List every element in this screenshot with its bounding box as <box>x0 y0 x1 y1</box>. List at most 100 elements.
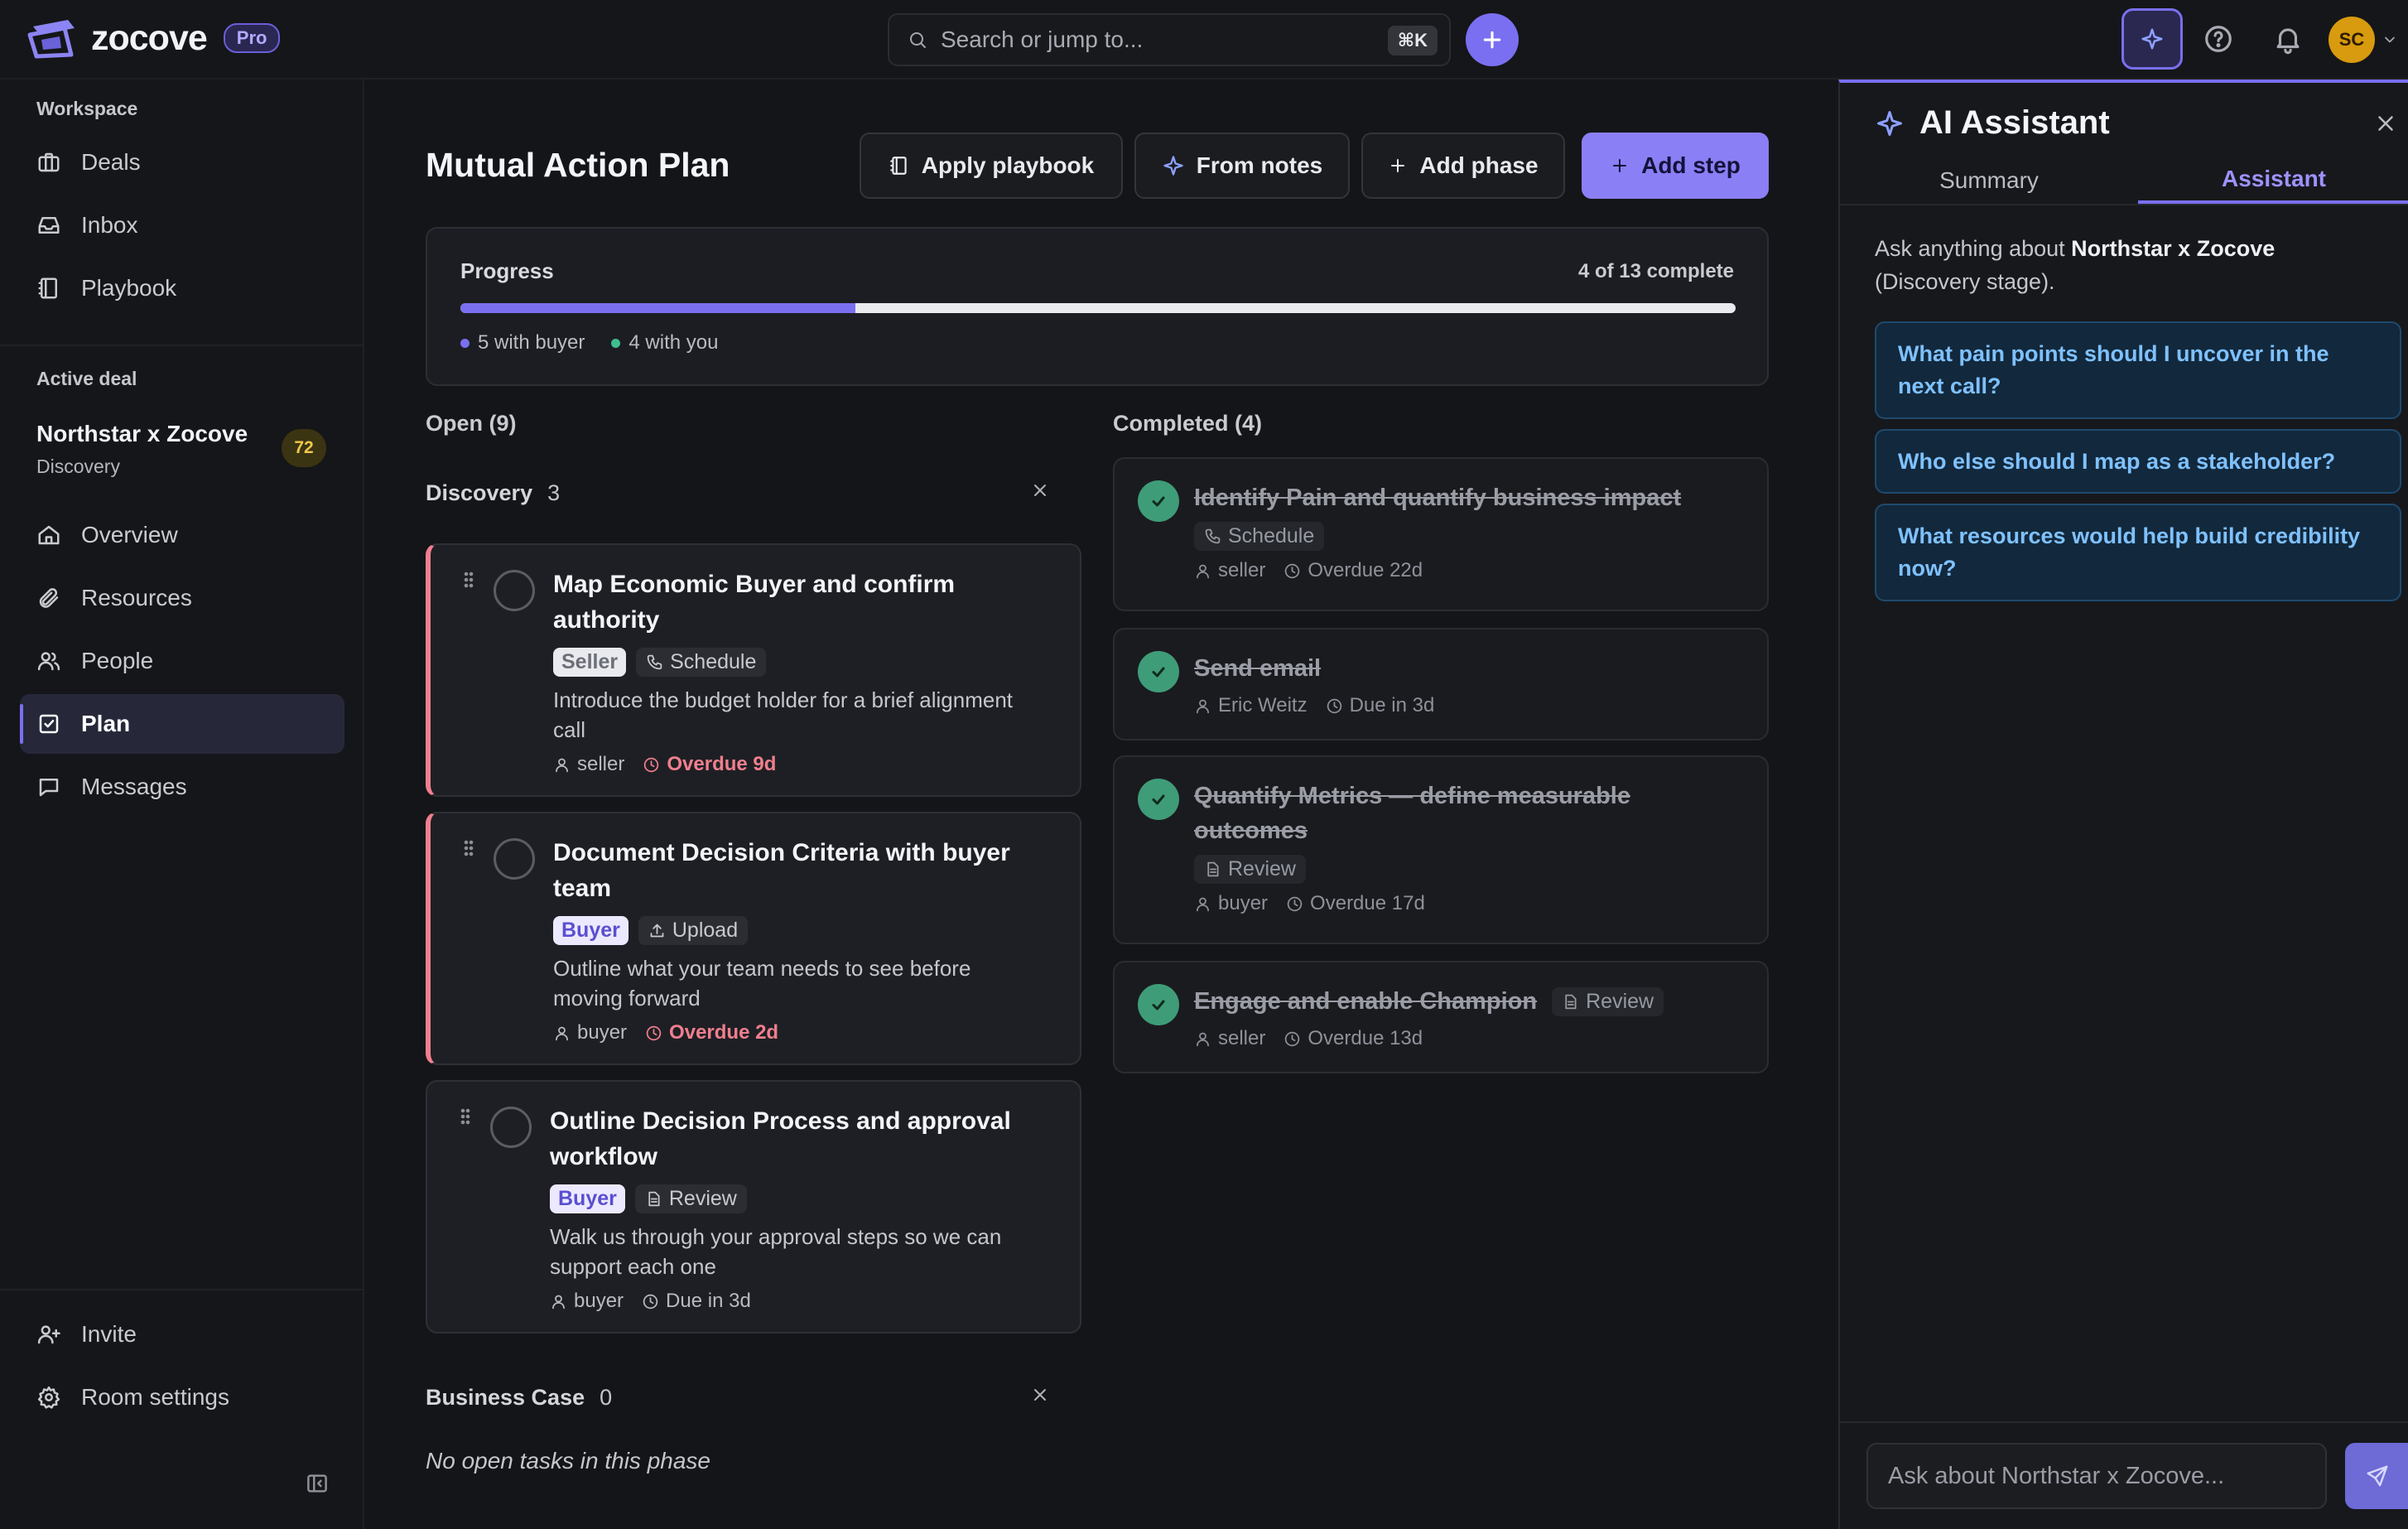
completed-task-card[interactable]: Identify Pain and quantify business impa… <box>1113 457 1769 611</box>
help-button[interactable] <box>2203 23 2234 55</box>
task-due: Overdue 17d <box>1286 892 1425 915</box>
sidebar-item-resources[interactable]: Resources <box>20 568 344 628</box>
sidebar-item-messages[interactable]: Messages <box>20 757 344 817</box>
close-ai-panel-button[interactable] <box>2373 111 2398 136</box>
task-description: Walk us through your approval steps so w… <box>550 1224 1002 1279</box>
global-search[interactable]: Search or jump to... ⌘K <box>888 13 1451 66</box>
search-shortcut-badge: ⌘K <box>1387 26 1438 55</box>
user-icon <box>1197 699 1209 713</box>
task-due-label: Overdue 13d <box>1308 1027 1423 1049</box>
completed-task-card[interactable]: Send email Eric Weitz Due in 3d <box>1113 628 1769 740</box>
task-title[interactable]: Quantify Metrics — define measurable out… <box>1194 779 1734 848</box>
sidebar-item-overview[interactable]: Overview <box>20 505 344 565</box>
sidebar-item-playbook[interactable]: Playbook <box>20 258 344 318</box>
sidebar-item-inbox[interactable]: Inbox <box>20 195 344 255</box>
task-card[interactable]: Map Economic Buyer and confirm authority… <box>426 543 1081 797</box>
clock-icon <box>643 1294 658 1309</box>
from-notes-button[interactable]: From notes <box>1134 133 1350 199</box>
sidebar-collapse-icon <box>307 1474 327 1493</box>
suggested-prompt[interactable]: What pain points should I uncover in the… <box>1875 321 2401 419</box>
task-role-badge: Seller <box>553 648 627 677</box>
close-icon <box>1034 1389 1046 1401</box>
task-title[interactable]: Engage and enable Champion <box>1194 984 1537 1019</box>
phase-header-discovery[interactable]: Discovery 3 <box>426 480 560 506</box>
ai-assistant-toggle-button[interactable] <box>2121 8 2183 70</box>
add-phase-button[interactable]: Add phase <box>1361 133 1565 199</box>
legend-item-buyer: 5 with buyer <box>460 331 585 355</box>
active-deal-stage: Discovery <box>36 456 120 477</box>
tab-summary[interactable]: Summary <box>1840 157 2138 204</box>
add-step-button[interactable]: Add step <box>1582 133 1769 199</box>
legend-dot <box>611 338 621 348</box>
send-button[interactable] <box>2345 1443 2408 1509</box>
drag-handle-icon[interactable] <box>459 570 479 590</box>
task-owner-label: Eric Weitz <box>1218 694 1308 716</box>
task-action-chip: Schedule <box>1194 522 1325 551</box>
suggested-prompt[interactable]: Who else should I map as a stakeholder? <box>1875 429 2401 494</box>
tab-assistant[interactable]: Assistant <box>2138 157 2408 204</box>
task-action-label: Upload <box>672 919 739 942</box>
task-checkbox[interactable] <box>494 570 535 611</box>
task-owner-label: buyer <box>577 1021 628 1044</box>
deal-score-badge: 72 <box>282 429 326 467</box>
task-action-label: Review <box>1586 989 1654 1013</box>
page-title: Mutual Action Plan <box>426 146 730 184</box>
sidebar-item-label: Inbox <box>81 212 138 238</box>
phase-close-button[interactable] <box>1030 480 1050 500</box>
task-completed-check[interactable] <box>1138 480 1179 522</box>
suggested-prompt[interactable]: What resources would help build credibil… <box>1875 504 2401 601</box>
task-title[interactable]: Identify Pain and quantify business impa… <box>1194 480 1734 515</box>
task-card[interactable]: Document Decision Criteria with buyer te… <box>426 812 1081 1065</box>
task-owner: seller <box>1194 559 1265 582</box>
task-title[interactable]: Send email <box>1194 651 1734 686</box>
message-icon <box>39 779 59 797</box>
user-icon <box>556 1026 568 1040</box>
plan-main-area: Mutual Action Plan Apply playbook From n… <box>364 80 1838 1529</box>
paperclip-icon <box>39 588 59 608</box>
task-card[interactable]: Outline Decision Process and approval wo… <box>426 1080 1081 1334</box>
task-title[interactable]: Document Decision Criteria with buyer te… <box>553 835 1043 906</box>
active-deal-name[interactable]: Northstar x Zocove <box>36 421 248 447</box>
clock-icon <box>1327 698 1341 713</box>
user-menu-toggle[interactable] <box>2382 31 2398 48</box>
app-logo[interactable]: zocove Pro <box>25 17 281 60</box>
apply-playbook-button[interactable]: Apply playbook <box>860 133 1123 199</box>
document-icon <box>648 1191 660 1207</box>
help-circle-icon <box>2205 26 2232 52</box>
sidebar-item-plan[interactable]: Plan <box>20 694 344 754</box>
completed-task-card[interactable]: Quantify Metrics — define measurable out… <box>1113 755 1769 944</box>
task-role-badge: Buyer <box>553 916 628 945</box>
completed-task-card[interactable]: Engage and enable Champion Review seller… <box>1113 961 1769 1073</box>
sidebar-item-deals[interactable]: Deals <box>20 133 344 192</box>
drag-handle-icon[interactable] <box>459 838 479 858</box>
collapse-sidebar-button[interactable] <box>305 1471 330 1496</box>
close-icon <box>2378 116 2393 131</box>
user-plus-icon <box>37 1325 60 1344</box>
sparkle-icon <box>1163 156 1183 176</box>
ai-question-input[interactable] <box>1866 1443 2327 1509</box>
user-avatar[interactable]: SC <box>2329 17 2375 63</box>
progress-bar <box>460 303 1736 313</box>
phase-header-business-case[interactable]: Business Case 0 <box>426 1385 612 1411</box>
notifications-button[interactable] <box>2272 23 2304 55</box>
phase-close-button[interactable] <box>1030 1385 1050 1405</box>
sidebar-item-people[interactable]: People <box>20 631 344 691</box>
sidebar-item-room-settings[interactable]: Room settings <box>20 1367 344 1427</box>
task-action-chip: Schedule <box>636 648 767 677</box>
ai-intro-text: Ask anything about Northstar x Zocove (D… <box>1875 232 2372 298</box>
task-completed-check[interactable] <box>1138 984 1179 1025</box>
progress-count: 4 of 13 complete <box>1577 260 1734 282</box>
task-completed-check[interactable] <box>1138 779 1179 820</box>
check-icon <box>1152 667 1165 678</box>
task-title[interactable]: Map Economic Buyer and confirm authority <box>553 567 1043 638</box>
task-description: Introduce the budget holder for a brief … <box>553 687 1014 742</box>
sidebar-item-invite[interactable]: Invite <box>20 1305 344 1364</box>
user-icon <box>552 1295 565 1309</box>
task-completed-check[interactable] <box>1138 651 1179 692</box>
task-checkbox[interactable] <box>490 1107 532 1148</box>
task-title[interactable]: Outline Decision Process and approval wo… <box>550 1103 1043 1174</box>
task-checkbox[interactable] <box>494 838 535 880</box>
drag-handle-icon[interactable] <box>455 1107 475 1126</box>
quick-add-button[interactable] <box>1466 13 1519 66</box>
book-icon <box>38 277 57 299</box>
